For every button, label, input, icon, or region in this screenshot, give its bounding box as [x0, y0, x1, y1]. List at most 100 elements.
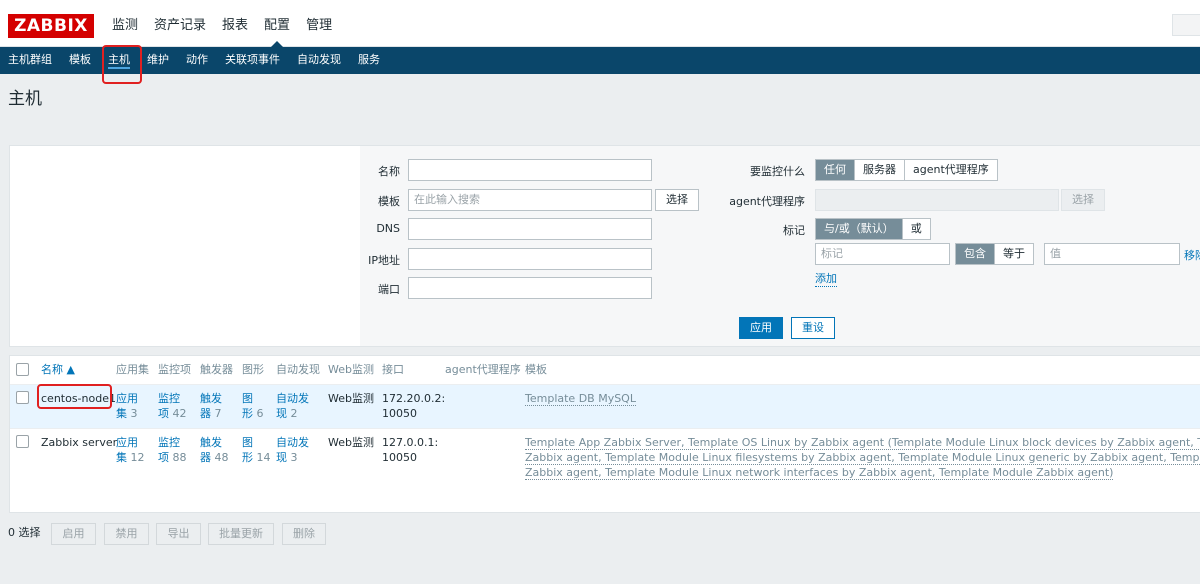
sub-nav-services[interactable]: 服务 — [352, 47, 386, 74]
items-cell: 监控 项 42 — [158, 391, 187, 421]
table-row: Zabbix server 应用 集 12 监控 项 88 触发 器 48 图 … — [10, 428, 1200, 484]
discovery-link-cont[interactable]: 现 — [276, 451, 287, 464]
template-input[interactable]: 在此输入搜索 — [408, 189, 652, 211]
triggers-cell: 触发 器 48 — [200, 435, 229, 465]
applications-count: 12 — [130, 451, 145, 464]
sub-nav-event-correlation[interactable]: 关联项事件 — [219, 47, 286, 74]
tags-mode-and-or[interactable]: 与/或（默认） — [816, 219, 903, 239]
header-interface: 接口 — [382, 363, 404, 376]
reset-button[interactable]: 重设 — [791, 317, 835, 339]
discovery-link-cont[interactable]: 现 — [276, 407, 287, 420]
triggers-count: 7 — [214, 407, 222, 420]
applications-cell: 应用 集 3 — [116, 391, 138, 421]
triggers-link-cont[interactable]: 器 — [200, 407, 211, 420]
tags-label: 标记 — [783, 224, 805, 237]
main-menu-monitoring[interactable]: 监测 — [104, 0, 146, 47]
items-link-cont[interactable]: 项 — [158, 451, 169, 464]
header-proxy: agent代理程序 — [445, 363, 521, 376]
discovery-link[interactable]: 自动发 — [276, 436, 309, 449]
monitored-by-toggle: 任何 服务器 agent代理程序 — [815, 159, 998, 181]
tag-value-input[interactable]: 值 — [1044, 243, 1180, 265]
header-applications: 应用集 — [116, 363, 149, 376]
triggers-count: 48 — [214, 451, 229, 464]
graphs-link-cont[interactable]: 形 — [242, 451, 253, 464]
tags-mode-or[interactable]: 或 — [903, 219, 930, 239]
triggers-link[interactable]: 触发 — [200, 436, 222, 449]
name-label: 名称 — [378, 165, 400, 178]
tag-operator-equals[interactable]: 等于 — [995, 244, 1033, 264]
graphs-link-cont[interactable]: 形 — [242, 407, 253, 420]
main-menu-inventory[interactable]: 资产记录 — [146, 0, 214, 47]
discovery-cell: 自动发 现 2 — [276, 391, 309, 421]
monitored-by-proxy[interactable]: agent代理程序 — [905, 160, 997, 180]
tag-add-link[interactable]: 添加 — [815, 270, 837, 287]
hosts-table: 名称 ▲ 应用集 监控项 触发器 图形 自动发现 Web监测 接口 agent代… — [9, 355, 1200, 513]
items-link[interactable]: 监控 — [158, 392, 180, 405]
items-link[interactable]: 监控 — [158, 436, 180, 449]
page-title: 主机 — [8, 89, 42, 109]
triggers-link[interactable]: 触发 — [200, 392, 222, 405]
discovery-link[interactable]: 自动发 — [276, 392, 309, 405]
select-all-checkbox[interactable] — [16, 363, 29, 376]
ip-input[interactable] — [408, 248, 652, 270]
header-name[interactable]: 名称 ▲ — [41, 356, 75, 384]
template-links-line1[interactable]: Template App Zabbix Server, Template OS … — [525, 436, 1200, 450]
search-input[interactable] — [1172, 14, 1200, 36]
main-menu-configuration[interactable]: 配置 — [256, 0, 298, 47]
name-input[interactable] — [408, 159, 652, 181]
header-triggers: 触发器 — [200, 363, 233, 376]
items-cell: 监控 项 88 — [158, 435, 187, 465]
interface-address: 172.20.0.2: — [382, 392, 446, 405]
mass-update-button[interactable]: 批量更新 — [208, 523, 274, 545]
export-button[interactable]: 导出 — [156, 523, 201, 545]
disable-button[interactable]: 禁用 — [104, 523, 149, 545]
main-menu-administration[interactable]: 管理 — [298, 0, 340, 47]
interface-cell: 127.0.0.1: 10050 — [382, 435, 438, 465]
items-count: 88 — [172, 451, 187, 464]
row-checkbox[interactable] — [16, 435, 29, 448]
triggers-link-cont[interactable]: 器 — [200, 451, 211, 464]
applications-link-cont[interactable]: 集 — [116, 407, 127, 420]
interface-cell: 172.20.0.2: 10050 — [382, 391, 445, 421]
sub-nav-discovery[interactable]: 自动发现 — [291, 47, 347, 74]
host-name-link[interactable]: Zabbix server — [41, 435, 117, 450]
template-links-line3[interactable]: Zabbix agent, Template Module Linux netw… — [525, 466, 1114, 480]
items-link-cont[interactable]: 项 — [158, 407, 169, 420]
sub-nav-maintenance[interactable]: 维护 — [141, 47, 175, 74]
template-select-button[interactable]: 选择 — [655, 189, 699, 211]
zabbix-logo[interactable]: ZABBIX — [8, 14, 94, 38]
graphs-cell: 图 形 6 — [242, 391, 264, 421]
template-link[interactable]: Template DB MySQL — [525, 392, 636, 406]
header-graphs: 图形 — [242, 363, 264, 376]
web-link[interactable]: Web监测 — [328, 435, 374, 450]
monitored-by-server[interactable]: 服务器 — [855, 160, 905, 180]
delete-button[interactable]: 删除 — [282, 523, 326, 545]
enable-button[interactable]: 启用 — [51, 523, 96, 545]
template-links-line2[interactable]: Zabbix agent, Template Module Linux file… — [525, 451, 1200, 465]
applications-link[interactable]: 应用 — [116, 392, 138, 405]
graphs-link[interactable]: 图 — [242, 436, 253, 449]
sub-nav-templates[interactable]: 模板 — [63, 47, 97, 74]
row-checkbox[interactable] — [16, 391, 29, 404]
discovery-cell: 自动发 现 3 — [276, 435, 309, 465]
proxy-select-button: 选择 — [1061, 189, 1105, 211]
tag-name-input[interactable]: 标记 — [815, 243, 950, 265]
interface-port: 10050 — [382, 451, 417, 464]
apply-button[interactable]: 应用 — [739, 317, 783, 339]
graphs-link[interactable]: 图 — [242, 392, 253, 405]
applications-link-cont[interactable]: 集 — [116, 451, 127, 464]
mass-action-bar: 0 选择 启用 禁用 导出 批量更新 删除 — [0, 521, 1200, 545]
table-row: centos-node1 应用 集 3 监控 项 42 触发 器 7 图 形 6… — [10, 384, 1200, 428]
tag-remove-link[interactable]: 移除 — [1184, 247, 1200, 263]
sub-nav-host-groups[interactable]: 主机群组 — [2, 47, 58, 74]
port-input[interactable] — [408, 277, 652, 299]
web-link[interactable]: Web监测 — [328, 391, 374, 406]
main-menu-reports[interactable]: 报表 — [214, 0, 256, 47]
main-menu: 监测 资产记录 报表 配置 管理 — [104, 0, 340, 47]
sub-nav-actions[interactable]: 动作 — [180, 47, 214, 74]
dns-input[interactable] — [408, 218, 652, 240]
top-bar: ZABBIX 监测 资产记录 报表 配置 管理 — [0, 0, 1200, 47]
tag-operator-contains[interactable]: 包含 — [956, 244, 995, 264]
monitored-by-any[interactable]: 任何 — [816, 160, 855, 180]
applications-link[interactable]: 应用 — [116, 436, 138, 449]
